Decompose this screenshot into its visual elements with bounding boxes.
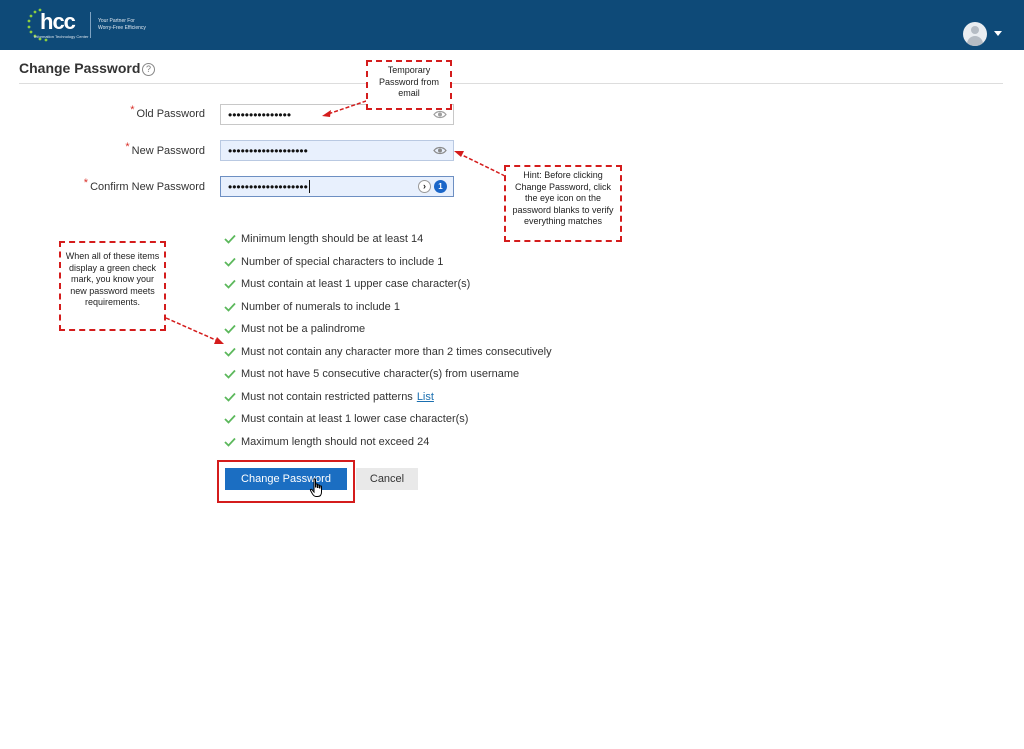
logo-wordmark: hcc — [40, 9, 76, 34]
requirement-item: Must not be a palindrome — [224, 318, 552, 341]
old-password-label: * Old Password — [45, 104, 205, 120]
hcc-logo[interactable]: hcc Information Technology Center Your P… — [26, 6, 166, 44]
logo-subtitle: Information Technology Center — [34, 34, 89, 39]
logo-tagline-line2: Worry-Free Efficiency — [98, 25, 146, 31]
logo-tagline-line1: Your Partner For — [98, 18, 135, 24]
requirement-text: Number of numerals to include 1 — [241, 300, 400, 313]
requirement-text: Maximum length should not exceed 24 — [241, 435, 430, 448]
confirm-password-value: ••••••••••••••••••• — [228, 180, 310, 194]
new-password-value: ••••••••••••••••••• — [228, 144, 308, 158]
requirement-item: Maximum length should not exceed 24 — [224, 431, 552, 454]
requirement-text: Minimum length should be at least 14 — [241, 233, 424, 246]
new-password-label: * New Password — [45, 141, 205, 157]
requirement-item: Number of special characters to include … — [224, 251, 552, 274]
hand-cursor-icon — [309, 478, 322, 497]
cancel-button[interactable]: Cancel — [356, 468, 418, 490]
requirement-item: Must contain at least 1 lower case chara… — [224, 408, 552, 431]
eye-icon[interactable] — [433, 110, 447, 119]
old-password-value: ••••••••••••••• — [228, 108, 292, 122]
checkmarks-callout: When all of these items display a green … — [59, 241, 166, 331]
eye-icon[interactable] — [433, 146, 447, 155]
required-marker: * — [130, 104, 135, 116]
checkmarks-arrowhead — [214, 337, 224, 344]
temporary-password-callout: Temporary Password from email — [366, 60, 452, 110]
check-icon — [224, 235, 236, 245]
title-divider — [19, 83, 1003, 84]
check-icon — [224, 437, 236, 447]
old-password-label-text: Old Password — [136, 108, 205, 120]
requirement-text: Number of special characters to include … — [241, 255, 444, 268]
user-avatar-icon[interactable] — [963, 22, 987, 46]
check-icon — [224, 302, 236, 312]
requirement-text: Must contain at least 1 upper case chara… — [241, 278, 471, 291]
confirm-password-dots: ••••••••••••••••••• — [228, 180, 308, 194]
top-bar: hcc Information Technology Center Your P… — [0, 0, 1024, 50]
text-caret — [308, 180, 310, 193]
requirement-item: Must not have 5 consecutive character(s)… — [224, 363, 552, 386]
check-icon — [224, 392, 236, 402]
check-icon — [224, 280, 236, 290]
avatar-head — [971, 26, 979, 34]
requirement-text: Must not be a palindrome — [241, 323, 366, 336]
page-title: Change Password — [19, 60, 141, 76]
requirement-text: Must not have 5 consecutive character(s)… — [241, 368, 520, 381]
confirm-password-label: * Confirm New Password — [45, 177, 205, 193]
logo-divider — [90, 12, 91, 38]
change-password-button[interactable]: Change Password — [225, 468, 347, 490]
requirement-text: Must not contain restricted patterns — [241, 390, 413, 403]
check-icon — [224, 325, 236, 335]
password-manager-logo-icon[interactable]: 1 — [434, 180, 447, 193]
requirement-item: Minimum length should be at least 14 — [224, 228, 552, 251]
requirement-item: Number of numerals to include 1 — [224, 296, 552, 319]
help-icon[interactable]: ? — [142, 63, 155, 76]
check-icon — [224, 370, 236, 380]
password-manager-arrow-icon[interactable]: › — [418, 180, 431, 193]
hint-callout: Hint: Before clicking Change Password, c… — [504, 165, 622, 242]
password-requirements-list: Minimum length should be at least 14 Num… — [224, 228, 552, 453]
required-marker: * — [125, 141, 130, 153]
hint-arrowhead — [454, 151, 464, 157]
new-password-label-text: New Password — [131, 145, 205, 157]
confirm-password-field[interactable]: ••••••••••••••••••• › 1 — [220, 176, 454, 197]
requirement-text: Must not contain any character more than… — [241, 345, 552, 358]
check-icon — [224, 347, 236, 357]
requirement-item: Must not contain any character more than… — [224, 341, 552, 364]
hint-arrow — [459, 153, 506, 177]
restricted-patterns-link[interactable]: List — [417, 391, 434, 403]
check-icon — [224, 257, 236, 267]
check-icon — [224, 415, 236, 425]
requirement-text: Must contain at least 1 lower case chara… — [241, 413, 469, 426]
avatar-body — [967, 36, 983, 46]
requirement-item: Must contain at least 1 upper case chara… — [224, 273, 552, 296]
requirement-item: Must not contain restricted patterns List — [224, 386, 552, 409]
confirm-password-label-text: Confirm New Password — [90, 181, 205, 193]
required-marker: * — [83, 177, 89, 189]
chevron-down-icon[interactable] — [994, 31, 1002, 36]
checkmarks-arrow — [165, 317, 219, 342]
new-password-field[interactable]: ••••••••••••••••••• — [220, 140, 454, 161]
